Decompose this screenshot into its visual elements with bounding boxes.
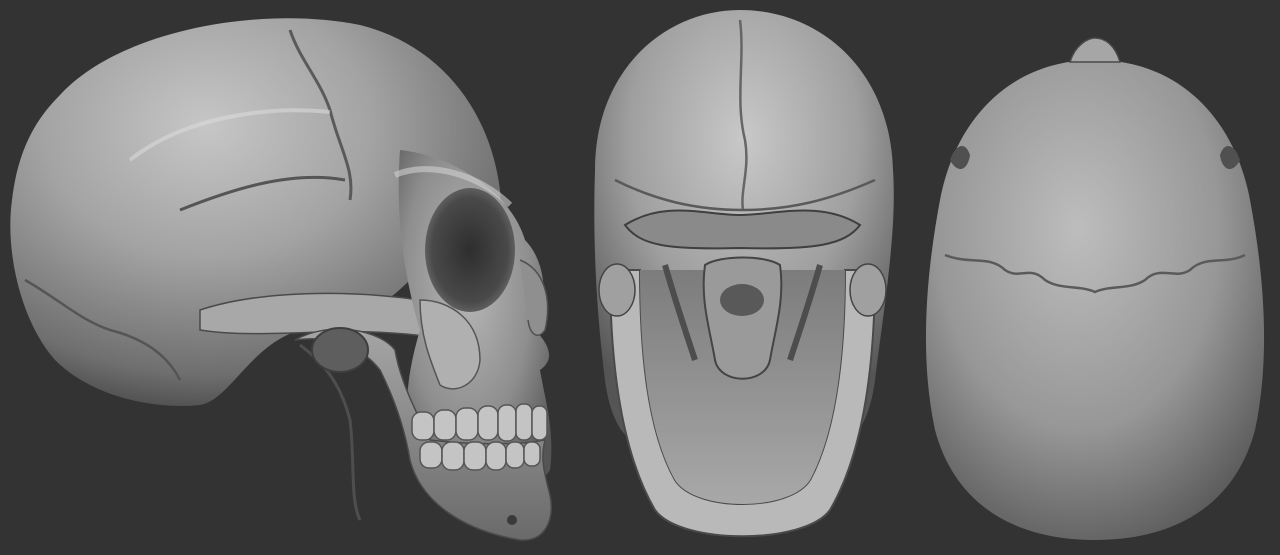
ear-canal xyxy=(311,327,369,373)
condyle-left xyxy=(598,263,636,317)
tooth xyxy=(505,441,525,469)
tooth xyxy=(441,441,465,471)
occipital-ridge xyxy=(623,209,862,250)
orbit-socket xyxy=(425,188,515,312)
tooth xyxy=(463,441,487,471)
skull-side-view xyxy=(10,18,552,541)
condyle-right xyxy=(849,263,887,317)
skull-top-view xyxy=(925,37,1265,540)
tooth xyxy=(455,407,479,441)
tooth xyxy=(477,405,499,441)
tooth xyxy=(419,441,443,469)
skull-cap xyxy=(925,60,1265,540)
skull-bottom-view xyxy=(594,10,894,538)
tooth xyxy=(411,411,435,441)
mental-foramen xyxy=(507,515,517,525)
tooth xyxy=(433,409,457,441)
tooth xyxy=(485,441,507,471)
tooth xyxy=(515,403,533,441)
tooth xyxy=(497,404,517,442)
nasal-tip xyxy=(1068,37,1122,63)
foramen-magnum xyxy=(720,284,764,316)
tooth xyxy=(531,405,548,441)
tooth xyxy=(523,441,541,467)
sculpt-render-canvas xyxy=(0,0,1280,555)
foramen-magnum-structure xyxy=(702,256,783,380)
